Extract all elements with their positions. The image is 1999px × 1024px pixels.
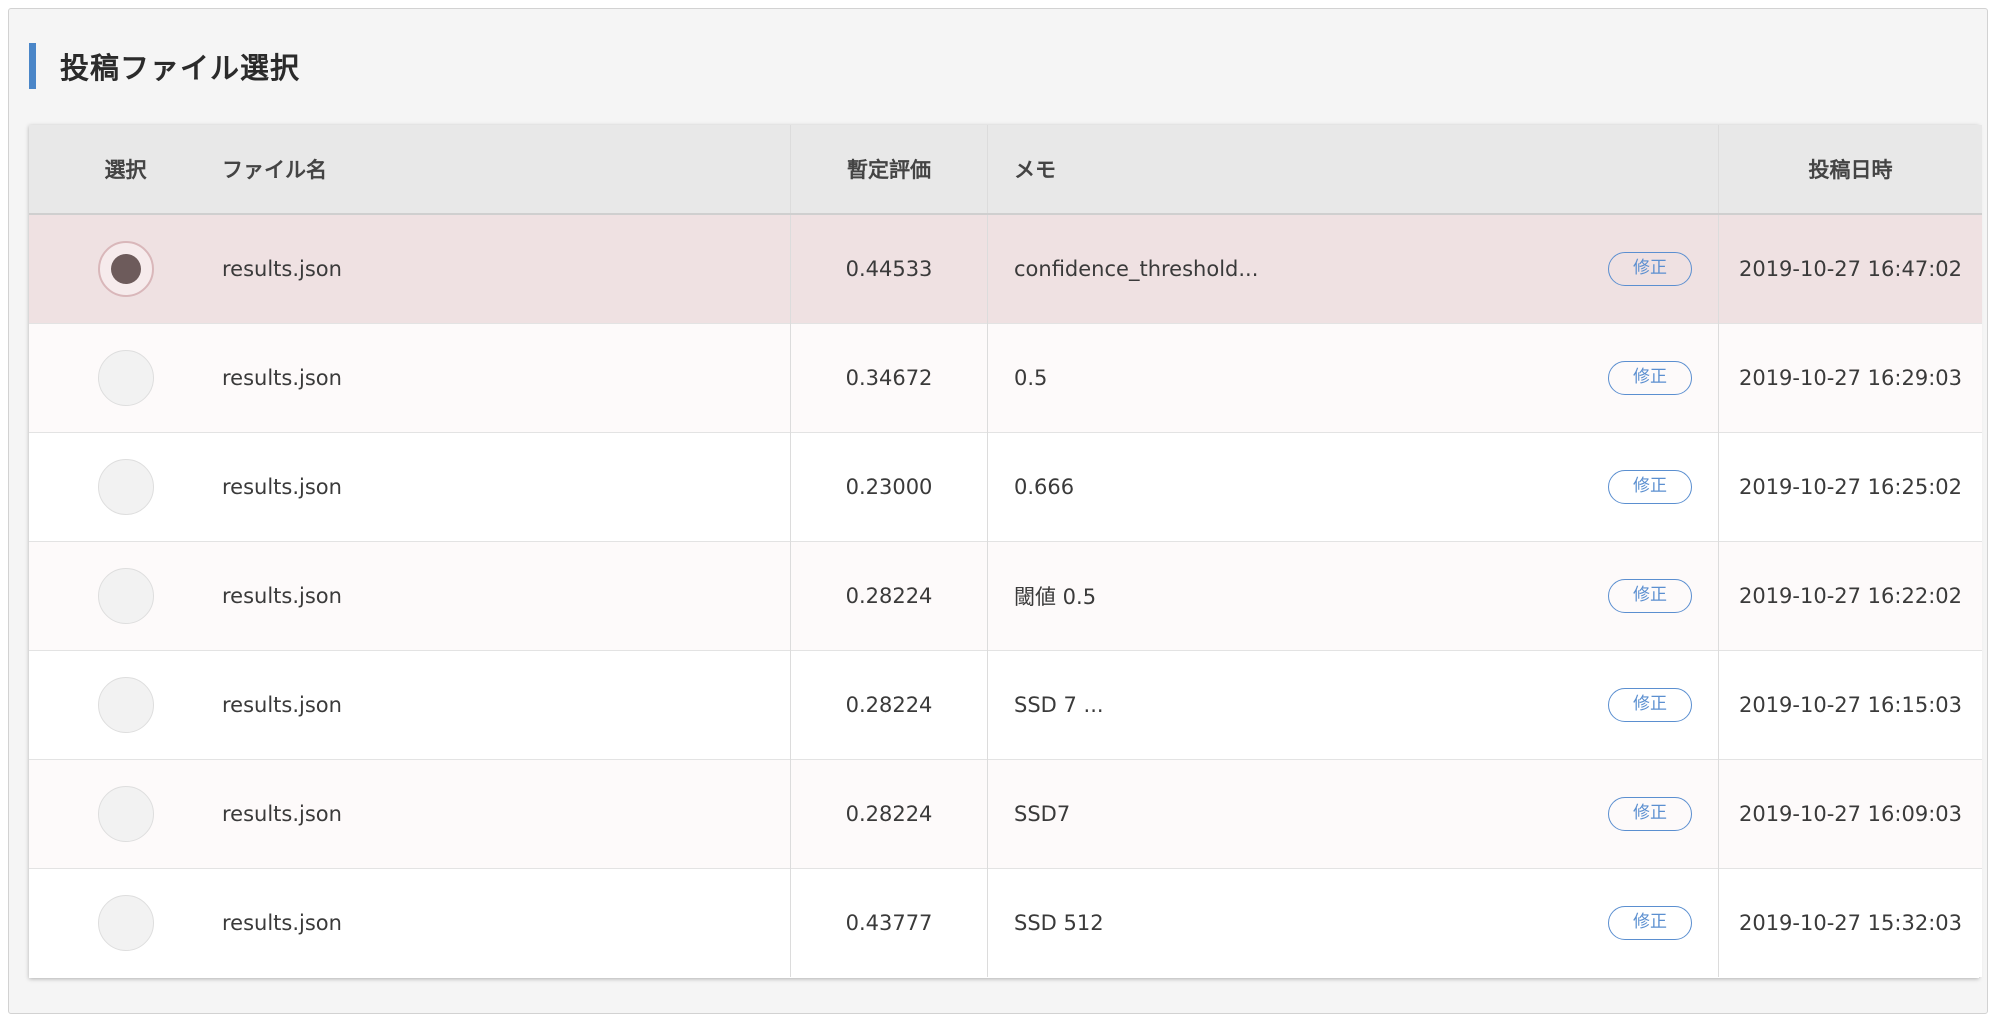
memo-cell: confidence_threshold... 修正 — [987, 214, 1719, 323]
select-cell — [29, 759, 222, 868]
date-cell: 2019-10-27 16:15:03 — [1738, 692, 1963, 717]
filename-cell: results.json — [222, 256, 342, 281]
header-date: 投稿日時 — [1718, 125, 1982, 215]
filename-cell: results.json — [222, 692, 342, 717]
memo-cell: 0.666 修正 — [987, 432, 1719, 541]
table-row[interactable]: results.json 0.34672 0.5 修正 2019-10-27 16… — [29, 323, 1982, 432]
table-row[interactable]: results.json 0.28224 SSD7 修正 2019-10-27 1… — [29, 759, 1982, 868]
select-cell — [29, 650, 222, 759]
filename-cell: results.json — [222, 801, 342, 826]
date-cell: 2019-10-27 15:32:03 — [1738, 910, 1963, 935]
header-filename: ファイル名 — [222, 125, 791, 215]
score-cell: 0.43777 — [790, 868, 988, 977]
edit-memo-button[interactable]: 修正 — [1608, 469, 1692, 504]
submissions-table-container: 選択 ファイル名 暫定評価 メモ 投稿日時 results.json 0.445… — [29, 125, 1982, 978]
memo-cell: 0.5 修正 — [987, 323, 1719, 432]
section-header: 投稿ファイル選択 — [29, 43, 300, 89]
memo-text: SSD7 — [1014, 801, 1071, 826]
table-row[interactable]: results.json 0.43777 SSD 512 修正 2019-10-2… — [29, 868, 1982, 977]
select-cell — [29, 323, 222, 432]
file-select-panel: 投稿ファイル選択 選択 ファイル名 暫定評価 メモ 投稿日時 results.j… — [8, 8, 1988, 1014]
score-cell: 0.34672 — [790, 323, 988, 432]
edit-memo-button[interactable]: 修正 — [1608, 360, 1692, 395]
filename-cell: results.json — [222, 910, 342, 935]
memo-cell: SSD 512 修正 — [987, 868, 1719, 977]
table-header-row: 選択 ファイル名 暫定評価 メモ 投稿日時 — [29, 125, 1982, 215]
page-title: 投稿ファイル選択 — [60, 51, 301, 85]
title-accent-bar — [29, 43, 36, 89]
edit-memo-button[interactable]: 修正 — [1608, 251, 1692, 286]
edit-memo-button[interactable]: 修正 — [1608, 578, 1692, 613]
table-row[interactable]: results.json 0.28224 閾値 0.5 修正 2019-10-27… — [29, 541, 1982, 650]
date-cell: 2019-10-27 16:47:02 — [1738, 256, 1963, 281]
memo-text: SSD 7 ... — [1014, 692, 1104, 717]
header-memo-label: メモ — [1014, 158, 1056, 182]
select-cell — [29, 432, 222, 541]
score-cell: 0.28224 — [790, 541, 988, 650]
submissions-table: 選択 ファイル名 暫定評価 メモ 投稿日時 results.json 0.445… — [29, 125, 1982, 977]
radio-button[interactable] — [97, 349, 154, 406]
radio-button[interactable] — [97, 676, 154, 733]
edit-memo-button[interactable]: 修正 — [1608, 905, 1692, 940]
radio-button[interactable] — [97, 894, 154, 951]
radio-button-selected[interactable] — [97, 240, 154, 297]
header-score: 暫定評価 — [790, 125, 988, 215]
edit-memo-button[interactable]: 修正 — [1608, 796, 1692, 831]
radio-button[interactable] — [97, 567, 154, 624]
table-row[interactable]: results.json 0.23000 0.666 修正 2019-10-27 … — [29, 432, 1982, 541]
filename-cell: results.json — [222, 365, 342, 390]
select-cell — [29, 868, 222, 977]
score-cell: 0.44533 — [790, 214, 988, 323]
header-select: 選択 — [29, 125, 222, 215]
date-cell: 2019-10-27 16:25:02 — [1738, 474, 1963, 499]
memo-text: confidence_threshold... — [1014, 256, 1259, 281]
memo-cell: SSD 7 ... 修正 — [987, 650, 1719, 759]
score-cell: 0.23000 — [790, 432, 988, 541]
table-row[interactable]: results.json 0.44533 confidence_threshol… — [29, 214, 1982, 323]
memo-text: SSD 512 — [1014, 910, 1104, 935]
score-cell: 0.28224 — [790, 759, 988, 868]
select-cell — [29, 541, 222, 650]
table-row[interactable]: results.json 0.28224 SSD 7 ... 修正 2019-10… — [29, 650, 1982, 759]
select-cell — [29, 214, 222, 323]
date-cell: 2019-10-27 16:29:03 — [1738, 365, 1963, 390]
date-cell: 2019-10-27 16:09:03 — [1738, 801, 1963, 826]
memo-text: 0.666 — [1014, 474, 1075, 499]
memo-text: 閾値 0.5 — [1014, 584, 1097, 609]
radio-button[interactable] — [97, 785, 154, 842]
memo-cell: 閾値 0.5 修正 — [987, 541, 1719, 650]
filename-cell: results.json — [222, 474, 342, 499]
filename-cell: results.json — [222, 583, 342, 608]
header-memo: メモ — [987, 125, 1719, 215]
memo-cell: SSD7 修正 — [987, 759, 1719, 868]
edit-memo-button[interactable]: 修正 — [1608, 687, 1692, 722]
date-cell: 2019-10-27 16:22:02 — [1738, 583, 1963, 608]
radio-button[interactable] — [97, 458, 154, 515]
score-cell: 0.28224 — [790, 650, 988, 759]
memo-text: 0.5 — [1014, 365, 1048, 390]
